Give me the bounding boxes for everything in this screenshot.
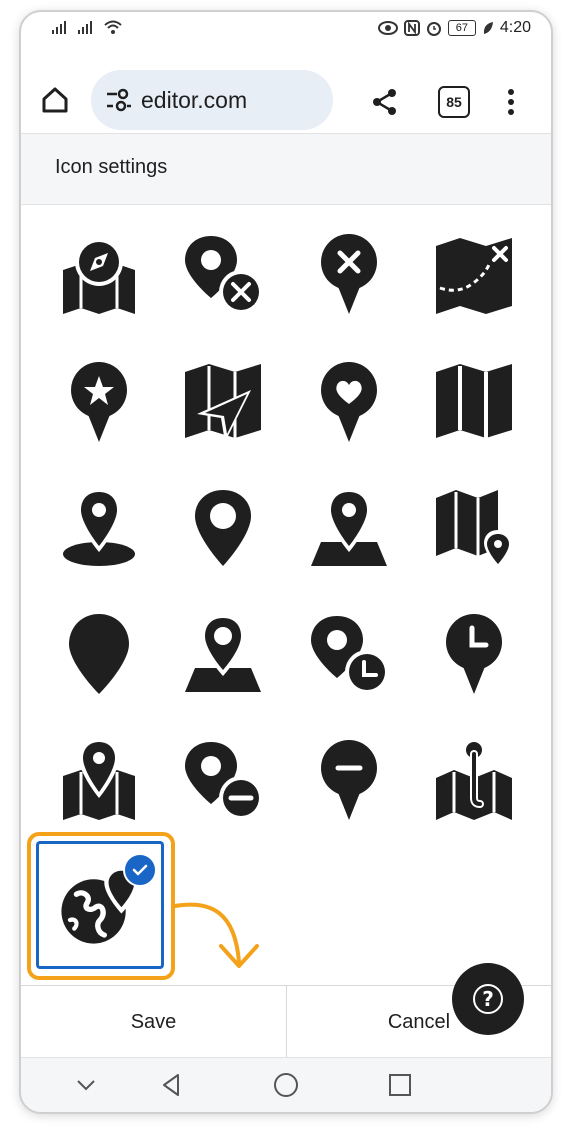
alarm-icon	[426, 22, 441, 36]
pin-clock-icon[interactable]	[426, 606, 522, 702]
globe-location-icon[interactable]	[36, 841, 164, 969]
pin-on-base-icon[interactable]	[175, 606, 271, 702]
annotation-arrow-icon	[173, 902, 259, 968]
share-icon	[373, 89, 396, 115]
map-with-pin-icon[interactable]	[426, 480, 522, 576]
pin-on-ground-icon[interactable]	[51, 480, 147, 576]
treasure-map-icon	[436, 238, 512, 314]
status-time: 4:20	[499, 19, 531, 36]
more-menu-button[interactable]	[501, 86, 521, 118]
status-left	[51, 19, 123, 35]
pin-heart-icon	[321, 362, 377, 442]
home-icon	[42, 87, 68, 113]
browser-toolbar: editor.com 85	[21, 48, 551, 134]
pin-star-icon[interactable]	[51, 354, 147, 450]
location-pin-remove-icon	[185, 236, 263, 314]
signal-icon	[52, 21, 66, 34]
url-text: editor.com	[141, 86, 248, 113]
folded-map-icon	[436, 364, 512, 438]
nav-recents-button[interactable]	[385, 1070, 415, 1100]
map-navigation-icon[interactable]	[175, 354, 271, 450]
back-triangle-icon	[163, 1074, 179, 1096]
check-icon	[132, 864, 148, 876]
map-marker-filled-icon[interactable]	[51, 606, 147, 702]
home-circle-icon	[274, 1073, 298, 1097]
pin-minus-icon	[321, 740, 377, 820]
map-compass-icon[interactable]	[51, 226, 147, 322]
pin-close-icon	[321, 234, 377, 314]
selected-check-badge	[123, 853, 157, 887]
map-navigation-icon	[185, 364, 261, 442]
map-pushpin-icon	[436, 742, 512, 820]
location-pin-remove-icon[interactable]	[175, 226, 271, 322]
nav-collapse-button[interactable]	[71, 1070, 101, 1100]
pin-on-base-icon	[185, 614, 261, 692]
address-bar[interactable]: editor.com	[91, 70, 333, 130]
recents-square-icon	[389, 1074, 411, 1096]
system-nav-bar	[21, 1057, 551, 1112]
page-title: Icon settings	[55, 156, 168, 178]
pin-clock-badge-icon	[311, 616, 389, 694]
tab-switcher-button[interactable]: 85	[438, 86, 470, 118]
share-button[interactable]	[369, 86, 401, 118]
help-icon: ?	[473, 984, 503, 1014]
chevron-down-icon	[77, 1080, 95, 1091]
phone-frame: 67 4:20 editor.com 85 Icon settings Save…	[19, 10, 553, 1114]
selected-icon-highlight	[27, 832, 175, 980]
status-bar: 67 4:20	[21, 12, 551, 48]
pin-close-icon[interactable]	[301, 226, 397, 322]
status-right: 67 4:20	[377, 19, 531, 37]
pin-clock-icon	[446, 614, 502, 694]
pin-minus-icon[interactable]	[301, 732, 397, 828]
pin-outline-icon	[195, 490, 251, 566]
battery-level: 67	[455, 22, 468, 34]
pin-outline-icon[interactable]	[175, 480, 271, 576]
pin-clock-badge-icon[interactable]	[301, 606, 397, 702]
folded-map-icon[interactable]	[426, 354, 522, 450]
map-compass-icon	[63, 238, 135, 314]
pin-star-icon	[71, 362, 127, 442]
map-marker-filled-icon	[69, 614, 129, 694]
nav-back-button[interactable]	[157, 1070, 187, 1100]
pin-heart-icon[interactable]	[301, 354, 397, 450]
help-button[interactable]: ?	[452, 963, 524, 1035]
home-button[interactable]	[37, 82, 73, 118]
section-header: Icon settings	[21, 133, 551, 205]
eye-icon	[377, 21, 398, 35]
treasure-map-icon[interactable]	[426, 226, 522, 322]
signal-icon-2	[78, 21, 92, 34]
site-settings-icon[interactable]	[103, 84, 135, 116]
save-button[interactable]: Save	[21, 986, 287, 1058]
map-with-location-icon	[63, 738, 135, 820]
map-with-location-icon[interactable]	[51, 732, 147, 828]
nav-home-button[interactable]	[271, 1070, 301, 1100]
icon-grid	[21, 204, 551, 984]
pin-on-ground-icon	[63, 488, 135, 566]
battery-icon: 67	[447, 20, 476, 36]
wifi-icon	[104, 20, 122, 34]
more-vert-icon	[508, 89, 514, 115]
map-pushpin-icon[interactable]	[426, 732, 522, 828]
pin-on-map-icon[interactable]	[301, 480, 397, 576]
nfc-icon	[403, 20, 420, 36]
pin-minus-badge-icon[interactable]	[175, 732, 271, 828]
pin-on-map-icon	[311, 488, 387, 566]
pin-minus-badge-icon	[185, 742, 263, 820]
leaf-icon	[483, 22, 493, 34]
map-with-pin-icon	[436, 490, 512, 568]
